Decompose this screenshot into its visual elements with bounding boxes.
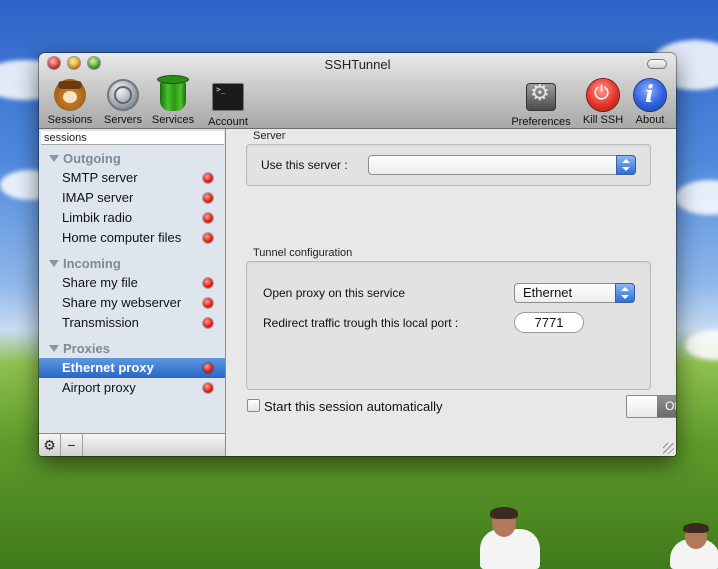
toolbar: SSHTunnel Sessions Servers Services Acco… — [39, 53, 676, 129]
status-dot-icon — [203, 318, 213, 328]
session-label: SMTP server — [62, 170, 138, 185]
servers-label: Servers — [104, 114, 142, 126]
group-label: Proxies — [63, 341, 110, 356]
tunnel-configuration-section: Open proxy on this service Ethernet Redi… — [246, 261, 651, 390]
session-item-selected[interactable]: Ethernet proxy — [39, 358, 225, 378]
account-label: Account — [208, 116, 248, 128]
session-label: Ethernet proxy — [62, 360, 154, 375]
account-button[interactable]: Account — [203, 79, 253, 128]
preferences-label: Preferences — [511, 116, 571, 128]
wallpaper-person-hair — [490, 507, 518, 519]
services-icon — [158, 76, 188, 111]
session-label: IMAP server — [62, 190, 134, 205]
desktop-wallpaper-figures — [470, 505, 718, 569]
resize-grip-icon[interactable] — [663, 443, 674, 454]
about-icon — [634, 79, 666, 111]
group-label: Incoming — [63, 256, 121, 271]
status-dot-icon — [203, 363, 213, 373]
server-section-title: Server — [253, 130, 286, 142]
services-label: Services — [151, 114, 195, 126]
gear-icon[interactable]: ⚙ — [39, 434, 61, 456]
session-item[interactable]: Limbik radio — [39, 208, 225, 228]
proxy-service-value: Ethernet — [523, 285, 573, 300]
session-item[interactable]: Transmission — [39, 313, 225, 333]
services-button[interactable]: Services — [150, 76, 196, 126]
proxy-service-label: Open proxy on this service — [263, 286, 406, 300]
preferences-icon — [526, 81, 556, 111]
cloud — [675, 180, 718, 215]
sessions-icon — [54, 79, 86, 111]
toggle-state-label: Off — [657, 396, 676, 417]
session-label: Share my file — [62, 275, 138, 290]
toggle-knob — [627, 396, 658, 417]
status-dot-icon — [203, 233, 213, 243]
chevron-updown-icon — [615, 283, 635, 303]
toolbar-toggle-button[interactable] — [647, 59, 667, 69]
server-section: Use this server : — [246, 144, 651, 186]
status-dot-icon — [203, 383, 213, 393]
sshtunnel-window: SSHTunnel Sessions Servers Services Acco… — [39, 53, 676, 456]
remove-session-button[interactable]: − — [61, 434, 83, 456]
sidebar-bottom-bar: ⚙ − — [39, 433, 225, 456]
use-server-label: Use this server : — [261, 158, 348, 172]
session-toggle[interactable]: Off — [626, 395, 676, 418]
session-label: Home computer files — [62, 230, 182, 245]
sidebar-header: sessions — [41, 131, 224, 145]
session-item[interactable]: Airport proxy — [39, 378, 225, 398]
session-item[interactable]: Share my webserver — [39, 293, 225, 313]
status-dot-icon — [203, 213, 213, 223]
group-outgoing[interactable]: Outgoing — [49, 151, 121, 166]
server-select[interactable] — [368, 155, 636, 175]
wallpaper-person-hair — [683, 523, 709, 533]
status-dot-icon — [203, 173, 213, 183]
preferences-button[interactable]: Preferences — [508, 79, 574, 128]
status-dot-icon — [203, 193, 213, 203]
disclosure-triangle-icon — [49, 260, 59, 267]
session-item[interactable]: Home computer files — [39, 228, 225, 248]
proxy-service-select[interactable]: Ethernet — [514, 283, 635, 303]
session-label: Limbik radio — [62, 210, 133, 225]
sessions-label: Sessions — [47, 114, 93, 126]
status-dot-icon — [203, 278, 213, 288]
kill-ssh-button[interactable]: Kill SSH — [579, 79, 627, 126]
kill-ssh-label: Kill SSH — [582, 114, 624, 126]
session-label: Transmission — [62, 315, 139, 330]
servers-icon — [107, 79, 139, 111]
group-proxies[interactable]: Proxies — [49, 341, 110, 356]
about-button[interactable]: About — [631, 79, 669, 126]
local-port-field[interactable]: 7771 — [514, 312, 584, 333]
group-incoming[interactable]: Incoming — [49, 256, 121, 271]
cloud — [685, 330, 718, 360]
about-label: About — [635, 114, 665, 126]
session-item[interactable]: IMAP server — [39, 188, 225, 208]
session-detail-panel: Server Use this server : Tunnel configur… — [226, 129, 676, 456]
disclosure-triangle-icon — [49, 155, 59, 162]
power-icon — [587, 79, 619, 111]
servers-button[interactable]: Servers — [101, 79, 145, 126]
auto-start-label: Start this session automatically — [264, 399, 443, 414]
session-label: Airport proxy — [62, 380, 136, 395]
disclosure-triangle-icon — [49, 345, 59, 352]
session-item[interactable]: Share my file — [39, 273, 225, 293]
sessions-sidebar: sessions Outgoing SMTP server IMAP serve… — [39, 129, 226, 456]
session-label: Share my webserver — [62, 295, 182, 310]
session-item[interactable]: SMTP server — [39, 168, 225, 188]
redirect-port-label: Redirect traffic trough this local port … — [263, 316, 459, 330]
window-title: SSHTunnel — [324, 57, 391, 72]
status-dot-icon — [203, 298, 213, 308]
account-icon — [212, 83, 244, 111]
chevron-updown-icon — [616, 155, 636, 175]
group-label: Outgoing — [63, 151, 121, 166]
auto-start-checkbox[interactable] — [247, 399, 260, 412]
tunnel-section-title: Tunnel configuration — [253, 247, 353, 259]
sessions-button[interactable]: Sessions — [45, 79, 95, 126]
